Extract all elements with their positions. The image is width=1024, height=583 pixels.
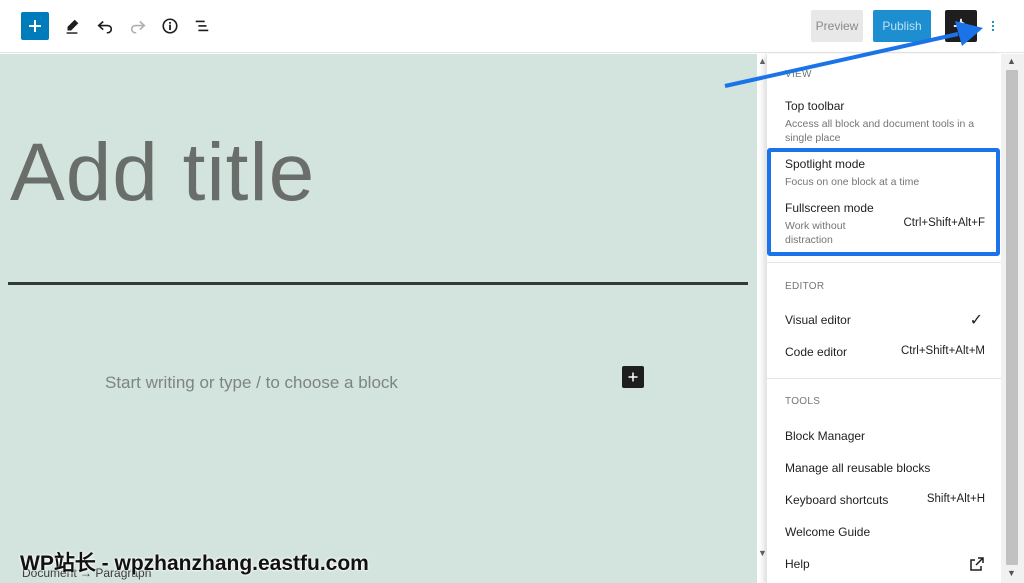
list-view-icon (195, 20, 209, 32)
list-view-button[interactable] (188, 12, 216, 40)
menu-item-keyboard-shortcuts[interactable]: Keyboard shortcuts Shift+Alt+H (785, 493, 985, 507)
plus-icon (628, 372, 638, 382)
menu-item-code-editor[interactable]: Code editor Ctrl+Shift+Alt+M (785, 345, 985, 359)
menu-item-help[interactable]: Help (785, 557, 985, 571)
info-button[interactable] (156, 12, 184, 40)
checkmark-icon: ✓ (969, 312, 983, 329)
undo-button[interactable] (91, 12, 119, 40)
pencil-icon (66, 19, 79, 34)
paragraph-block-input[interactable]: Start writing or type / to choose a bloc… (105, 373, 398, 393)
scrollbar-thumb[interactable] (1006, 70, 1018, 565)
menu-item-desc: Access all block and document tools in a… (785, 118, 975, 144)
menu-item-visual-editor[interactable]: Visual editor ✓ (785, 312, 985, 329)
scroll-down-icon[interactable]: ▼ (1007, 568, 1016, 578)
menu-item-label: Welcome Guide (785, 525, 871, 539)
more-options-button[interactable] (983, 12, 1003, 40)
add-block-button[interactable] (21, 12, 49, 40)
preview-button[interactable]: Preview (811, 10, 863, 42)
menu-item-top-toolbar[interactable]: Top toolbar Access all block and documen… (785, 99, 985, 145)
annotation-highlight-box (767, 148, 1000, 256)
redo-icon (130, 20, 146, 34)
more-menu-dropdown: VIEW Top toolbar Access all block and do… (766, 54, 1002, 583)
menu-section-editor-label: EDITOR (785, 281, 825, 292)
menu-item-label: Help (785, 557, 810, 571)
more-vertical-icon (991, 20, 995, 32)
post-title-input[interactable]: Add title (10, 126, 315, 220)
external-link-icon (970, 557, 984, 571)
editor-header: Preview Publish (0, 0, 1024, 53)
menu-item-shortcut: Shift+Alt+H (926, 493, 985, 505)
info-icon (162, 18, 178, 34)
editor-canvas: Add title Start writing or type / to cho… (0, 54, 757, 583)
redo-button[interactable] (124, 12, 152, 40)
menu-section-view-label: VIEW (785, 69, 812, 80)
plus-icon (29, 20, 41, 32)
title-divider (8, 282, 748, 285)
scroll-up-icon[interactable]: ▲ (1007, 56, 1016, 66)
menu-item-manage-reusable-blocks[interactable]: Manage all reusable blocks (785, 461, 985, 475)
menu-scrollbar[interactable]: ▲ ▼ (1001, 54, 1024, 583)
tools-button[interactable] (58, 12, 86, 40)
menu-item-shortcut: Ctrl+Shift+Alt+M (900, 345, 985, 357)
menu-item-label: Manage all reusable blocks (785, 461, 931, 475)
menu-divider (767, 262, 1002, 263)
watermark: WP站长 - wpzhanzhang.eastfu.com (20, 552, 369, 575)
menu-item-block-manager[interactable]: Block Manager (785, 429, 985, 443)
settings-button[interactable] (945, 10, 977, 42)
menu-section-tools-label: TOOLS (785, 396, 821, 407)
menu-divider (767, 378, 1002, 379)
inline-add-block-button[interactable] (622, 366, 644, 388)
menu-item-welcome-guide[interactable]: Welcome Guide (785, 525, 985, 539)
menu-item-label: Block Manager (785, 429, 866, 443)
menu-item-label: Top toolbar (785, 99, 845, 113)
menu-item-label: Visual editor (785, 313, 851, 327)
gear-icon (953, 18, 969, 34)
publish-button[interactable]: Publish (873, 10, 931, 42)
undo-icon (97, 20, 113, 34)
